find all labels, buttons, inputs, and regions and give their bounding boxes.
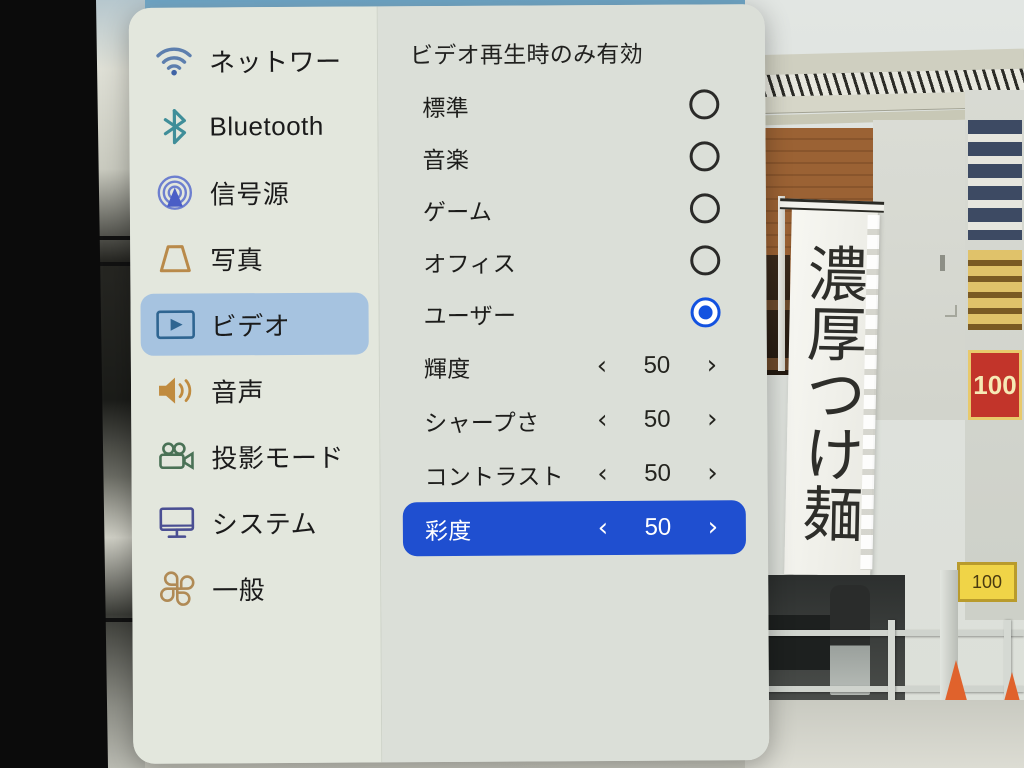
stepper-label: コントラスト xyxy=(424,463,564,491)
photo-icon xyxy=(154,239,196,279)
sidebar-item-label: 一般 xyxy=(212,574,266,605)
wifi-icon xyxy=(153,41,195,81)
picture-mode-label: 標準 xyxy=(422,94,470,122)
speaker-icon xyxy=(155,371,197,411)
screen: 濃厚つけ麺 100 100 ネットワー Bluetooth 信号源 写真 ビデオ… xyxy=(0,0,1024,768)
sidebar-item-label: 投影モード xyxy=(211,442,345,473)
stepper-value: 50 xyxy=(644,459,671,487)
settings-sidebar: ネットワー Bluetooth 信号源 写真 ビデオ 音声 投影モード システム… xyxy=(128,6,383,764)
settings-content: ビデオ再生時のみ有効 標準 音楽 ゲーム オフィス ユーザー 輝度 ‹ 50 ›… xyxy=(377,4,770,763)
general-clover-icon xyxy=(156,569,198,609)
chevron-right-icon[interactable]: › xyxy=(694,512,732,542)
radio-button[interactable] xyxy=(690,245,721,276)
stepper-label: 彩度 xyxy=(424,517,472,545)
bluetooth-icon xyxy=(153,107,195,147)
sidebar-item-bluetooth[interactable]: Bluetooth xyxy=(139,94,367,157)
person-silhouette xyxy=(830,585,870,695)
sidebar-item-network[interactable]: ネットワー xyxy=(139,28,367,91)
stepper-label: シャープさ xyxy=(424,409,540,437)
chevron-left-icon[interactable]: ‹ xyxy=(583,351,621,381)
settings-panel: ネットワー Bluetooth 信号源 写真 ビデオ 音声 投影モード システム… xyxy=(128,4,770,764)
sidebar-item-label: Bluetooth xyxy=(209,110,324,141)
signboard-striped xyxy=(968,120,1022,240)
chevron-right-icon[interactable]: › xyxy=(693,458,731,488)
projection-black-border xyxy=(0,0,108,768)
picture-mode-label: オフィス xyxy=(423,250,517,278)
sidebar-item-photo[interactable]: 写真 xyxy=(140,226,368,289)
sidebar-item-audio[interactable]: 音声 xyxy=(141,358,369,421)
chevron-right-icon[interactable]: › xyxy=(693,404,731,434)
chevron-left-icon[interactable]: ‹ xyxy=(584,513,622,543)
sidebar-item-projection-mode[interactable]: 投影モード xyxy=(141,424,369,487)
picture-mode-label: ユーザー xyxy=(423,302,517,330)
stepper-label: 輝度 xyxy=(423,355,471,383)
content-header: ビデオ再生時のみ有効 xyxy=(409,40,644,69)
sidebar-item-label: システム xyxy=(211,508,318,539)
sidebar-item-label: 音声 xyxy=(210,376,265,407)
sidebar-item-signal-source[interactable]: 信号源 xyxy=(140,160,368,223)
radio-button[interactable] xyxy=(689,193,721,224)
signboard-red xyxy=(968,350,1022,420)
stepper-row-contrast[interactable]: コントラスト ‹ 50 › xyxy=(402,446,745,502)
picture-mode-row-user[interactable]: ユーザー xyxy=(401,286,744,340)
video-icon xyxy=(155,305,197,345)
banner-text: 濃厚つけ麺 xyxy=(791,242,869,544)
railing-top-bar xyxy=(745,630,1024,636)
system-monitor-icon xyxy=(156,503,198,543)
stepper-row-saturation[interactable]: 彩度 ‹ 50 › xyxy=(402,500,747,557)
sidebar-item-general[interactable]: 一般 xyxy=(142,556,370,619)
stepper-value: 50 xyxy=(643,351,671,379)
picture-mode-label: 音楽 xyxy=(422,146,470,174)
chevron-right-icon[interactable]: › xyxy=(693,350,731,380)
radio-button[interactable] xyxy=(689,89,720,120)
stepper-row-sharpness[interactable]: シャープさ ‹ 50 › xyxy=(402,392,745,448)
picture-mode-row-standard[interactable]: 標準 xyxy=(400,78,743,132)
wall-hook xyxy=(945,305,957,317)
sidebar-item-label: ネットワー xyxy=(208,46,342,77)
banner-pole xyxy=(778,196,785,371)
sidebar-item-system[interactable]: システム xyxy=(142,490,370,553)
signal-source-icon xyxy=(154,173,196,213)
picture-mode-row-office[interactable]: オフィス xyxy=(401,234,744,288)
sidebar-item-label: 写真 xyxy=(210,244,264,275)
stepper-row-brightness[interactable]: 輝度 ‹ 50 › xyxy=(402,338,745,394)
signboard-yellow-stripe xyxy=(968,250,1022,330)
stepper-value: 50 xyxy=(644,513,672,541)
radio-button[interactable] xyxy=(689,141,720,172)
chevron-left-icon[interactable]: ‹ xyxy=(583,405,621,435)
radio-button-selected[interactable] xyxy=(690,297,721,328)
ground-pavement xyxy=(745,700,1024,768)
sidebar-item-label: ビデオ xyxy=(210,310,291,341)
signboard-yellow-small xyxy=(957,562,1017,602)
picture-mode-label: ゲーム xyxy=(422,198,493,226)
picture-mode-row-music[interactable]: 音楽 xyxy=(400,130,743,184)
sidebar-item-label: 信号源 xyxy=(209,178,290,209)
wall-mark xyxy=(940,255,945,271)
chevron-left-icon[interactable]: ‹ xyxy=(583,459,621,489)
projection-mode-icon xyxy=(155,437,197,477)
railing-bottom-bar xyxy=(745,686,1024,692)
sidebar-item-video[interactable]: ビデオ xyxy=(140,292,369,356)
stepper-value: 50 xyxy=(643,405,671,433)
picture-mode-row-game[interactable]: ゲーム xyxy=(401,182,744,236)
